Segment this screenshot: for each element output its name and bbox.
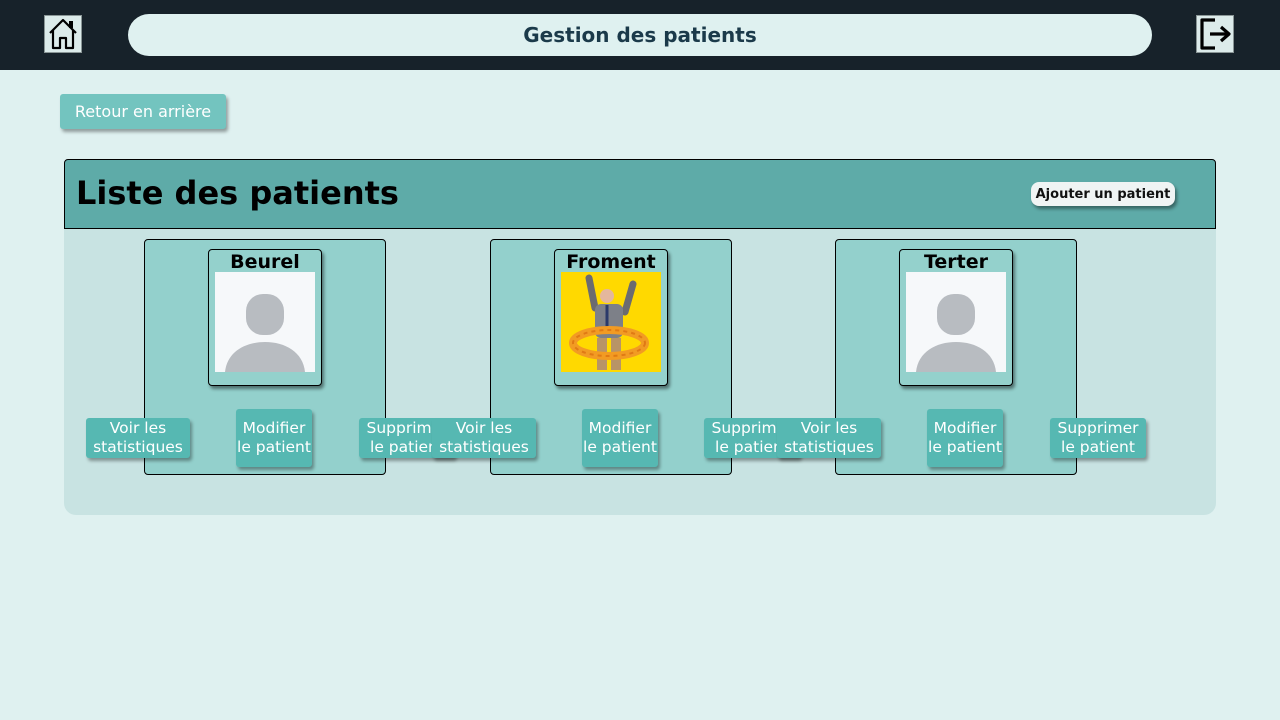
- view-stats-button[interactable]: Voir les statistiques: [86, 418, 190, 458]
- patient-photo: [561, 272, 661, 372]
- patient-list-panel: Liste des patients Ajouter un patient Be…: [64, 159, 1216, 515]
- patient-name: Terter: [923, 251, 989, 273]
- patient-list-title: Liste des patients: [76, 174, 399, 212]
- patient-photo-frame: Terter: [899, 249, 1013, 386]
- default-avatar-icon: [906, 272, 1006, 372]
- delete-patient-button[interactable]: Supprimer le patient: [1050, 418, 1146, 458]
- top-bar: Gestion des patients: [0, 0, 1280, 70]
- logout-icon: [1200, 18, 1231, 50]
- view-stats-button[interactable]: Voir les statistiques: [777, 418, 881, 458]
- default-avatar-icon: [215, 272, 315, 372]
- patient-list-header: Liste des patients Ajouter un patient: [64, 159, 1216, 229]
- edit-patient-button[interactable]: Modifier le patient: [236, 409, 312, 467]
- patient-photo: [906, 272, 1006, 372]
- home-button[interactable]: [44, 15, 82, 53]
- home-icon: [49, 18, 77, 50]
- patient-name: Beurel: [230, 251, 300, 273]
- patient-photo-frame: Beurel: [208, 249, 322, 386]
- edit-patient-button[interactable]: Modifier le patient: [927, 409, 1003, 467]
- back-button[interactable]: Retour en arrière: [60, 94, 226, 129]
- patient-name: Froment: [566, 251, 656, 273]
- edit-patient-button[interactable]: Modifier le patient: [582, 409, 658, 467]
- patient-photo-image: [561, 272, 661, 372]
- logout-button[interactable]: [1196, 15, 1234, 53]
- patient-photo-frame: Froment: [554, 249, 668, 386]
- page-title: Gestion des patients: [128, 14, 1152, 56]
- patient-photo: [215, 272, 315, 372]
- view-stats-button[interactable]: Voir les statistiques: [432, 418, 536, 458]
- add-patient-button[interactable]: Ajouter un patient: [1031, 182, 1175, 206]
